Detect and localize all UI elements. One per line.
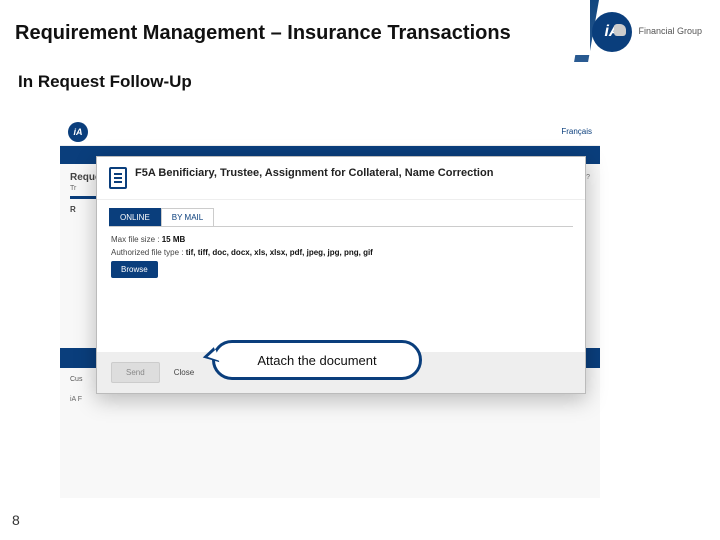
browse-button[interactable]: Browse (111, 261, 158, 278)
types-label: Authorized file type : (111, 248, 183, 257)
slide-title: Requirement Management – Insurance Trans… (15, 22, 511, 45)
document-icon (109, 167, 127, 189)
slide-subtitle: In Request Follow-Up (18, 72, 192, 92)
app-footer: iA F (70, 396, 82, 403)
app-screenshot: iA Français Request Follow-Up - F5A Need… (60, 118, 600, 498)
max-size-label: Max file size : (111, 235, 159, 244)
modal-title: F5A Benificiary, Trustee, Assignment for… (135, 167, 493, 180)
brand-mark-icon: iA (592, 12, 632, 52)
send-button[interactable]: Send (111, 362, 160, 383)
callout-attach-document: Attach the document (212, 340, 422, 380)
page-number: 8 (12, 512, 20, 528)
types-value: tif, tiff, doc, docx, xls, xlsx, pdf, jp… (186, 248, 373, 257)
language-toggle[interactable]: Français (561, 127, 592, 136)
callout-text: Attach the document (257, 353, 376, 368)
close-link[interactable]: Close (174, 368, 194, 377)
tab-online[interactable]: ONLINE (109, 208, 161, 226)
brand-logo: iA Financial Group (592, 12, 702, 52)
customer-label: Cus (70, 376, 82, 383)
max-file-size-row: Max file size : 15 MB (111, 235, 571, 244)
max-size-value: 15 MB (162, 235, 186, 244)
file-types-row: Authorized file type : tif, tiff, doc, d… (111, 248, 571, 257)
app-logo: iA (68, 122, 88, 142)
tab-by-mail[interactable]: BY MAIL (161, 208, 214, 226)
app-logo-icon: iA (68, 122, 88, 142)
brand-name: Financial Group (638, 27, 702, 37)
